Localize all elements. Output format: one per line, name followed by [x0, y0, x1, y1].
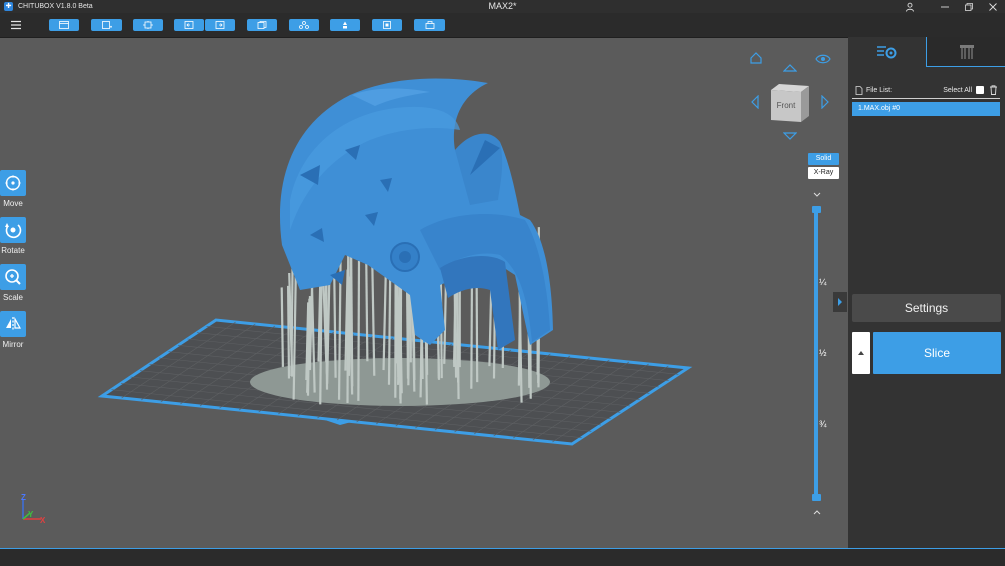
- save-file-icon: [102, 21, 112, 29]
- scale-label: Scale: [3, 293, 23, 302]
- app-logo-glyph: ✚: [6, 2, 12, 11]
- tab-supports[interactable]: [926, 37, 1005, 67]
- scene-render: [0, 38, 847, 548]
- chevron-right-icon: [837, 297, 843, 307]
- mirror-tool[interactable]: Mirror: [0, 311, 26, 349]
- layer-slider-upper-handle[interactable]: [812, 206, 821, 213]
- scale-tool[interactable]: Scale: [0, 264, 26, 302]
- open-file-icon: [59, 21, 69, 29]
- support-pillar: [358, 261, 359, 401]
- slice-button[interactable]: Slice: [873, 332, 1001, 374]
- duplicate-icon: [257, 21, 267, 29]
- open-file-button[interactable]: [49, 19, 79, 31]
- close-button[interactable]: [981, 0, 1005, 13]
- minimize-icon: [941, 3, 949, 11]
- support-pillar: [389, 265, 390, 384]
- rotate-tool[interactable]: Rotate: [0, 217, 26, 255]
- file-list-label: File List:: [866, 87, 892, 94]
- file-list-icon: [855, 86, 863, 95]
- view-right-arrow-icon[interactable]: [820, 95, 830, 109]
- rotate-icon: [0, 217, 26, 243]
- mirror-label: Mirror: [3, 340, 24, 349]
- trash-icon[interactable]: [989, 85, 998, 95]
- panel-collapse-tab[interactable]: [833, 292, 847, 312]
- file-list-item[interactable]: 1.MAX.obj #0: [852, 102, 1000, 116]
- layer-slider-lower-handle[interactable]: [812, 494, 821, 501]
- move-icon: [0, 170, 26, 196]
- view-cube-face-label: Front: [771, 101, 801, 110]
- axis-y-label: Y: [28, 510, 33, 519]
- support-icon: [340, 21, 350, 29]
- close-icon: [989, 3, 997, 11]
- view-down-arrow-icon[interactable]: [783, 131, 797, 141]
- slider-half-label: ½: [819, 348, 827, 358]
- save-file-button[interactable]: [91, 19, 122, 31]
- 3d-viewport[interactable]: Move Rotate Scale Mirror Front Solid X-R…: [0, 38, 847, 548]
- hollow-button[interactable]: [289, 19, 319, 31]
- supports-tab-icon: [958, 44, 976, 60]
- slice-options-button[interactable]: [852, 332, 870, 374]
- slider-quarter-label: ¼: [819, 277, 827, 287]
- user-icon[interactable]: [905, 2, 915, 12]
- axis-x-label: X: [40, 516, 45, 525]
- undo-button[interactable]: [174, 19, 204, 31]
- slider-expand-icon[interactable]: [812, 508, 822, 516]
- view-left-arrow-icon[interactable]: [750, 95, 760, 109]
- right-panel: File List: Select All 1.MAX.obj #0: [848, 37, 1005, 548]
- auto-layout-icon: [143, 21, 153, 29]
- settings-tab-icon: [876, 44, 898, 60]
- support-pillar: [334, 266, 335, 378]
- support-pillar: [282, 287, 283, 367]
- scale-icon: [0, 264, 26, 290]
- document-title: MAX2*: [0, 0, 1005, 13]
- auto-layout-button[interactable]: [133, 19, 163, 31]
- move-tool[interactable]: Move: [0, 170, 26, 208]
- redo-icon: [215, 21, 225, 29]
- machine-settings-button[interactable]: [414, 19, 445, 31]
- support-button[interactable]: [330, 19, 360, 31]
- toolbar: [0, 13, 1005, 38]
- file-list-header: File List: Select All: [855, 84, 998, 96]
- app-logo-icon: ✚: [4, 2, 13, 11]
- support-pillar: [288, 286, 289, 379]
- settings-button[interactable]: Settings: [852, 294, 1001, 322]
- app-title: CHITUBOX V1.8.0 Beta: [18, 3, 93, 10]
- axis-z-label: Z: [21, 493, 26, 502]
- home-view-icon[interactable]: [749, 51, 763, 65]
- machine-settings-icon: [425, 21, 435, 29]
- layer-slider-track[interactable]: [814, 210, 818, 498]
- rotate-label: Rotate: [1, 246, 25, 255]
- xray-mode-button[interactable]: X-Ray: [808, 167, 839, 179]
- select-all-checkbox[interactable]: [976, 86, 984, 94]
- slider-three-quarter-label: ¾: [819, 419, 827, 429]
- slider-collapse-icon[interactable]: [812, 191, 822, 199]
- hollow-icon: [299, 21, 309, 29]
- status-bar: [0, 548, 1005, 566]
- solid-mode-button[interactable]: Solid: [808, 153, 839, 165]
- eye-icon[interactable]: [815, 53, 831, 65]
- view-up-arrow-icon[interactable]: [783, 63, 797, 73]
- center-button[interactable]: [372, 19, 402, 31]
- tab-slice-settings[interactable]: [848, 37, 926, 66]
- restore-icon: [965, 3, 973, 11]
- menu-icon[interactable]: [9, 18, 23, 32]
- mirror-icon: [0, 311, 26, 337]
- caret-up-icon: [858, 351, 864, 355]
- title-bar: ✚ CHITUBOX V1.8.0 Beta MAX2*: [0, 0, 1005, 13]
- minimize-button[interactable]: [933, 0, 957, 13]
- file-list-divider: [852, 98, 1000, 99]
- center-icon: [382, 21, 392, 29]
- restore-button[interactable]: [957, 0, 981, 13]
- move-label: Move: [3, 199, 23, 208]
- support-pillar: [457, 279, 458, 382]
- select-all-label: Select All: [943, 87, 972, 94]
- redo-button[interactable]: [205, 19, 235, 31]
- duplicate-button[interactable]: [247, 19, 277, 31]
- undo-icon: [184, 21, 194, 29]
